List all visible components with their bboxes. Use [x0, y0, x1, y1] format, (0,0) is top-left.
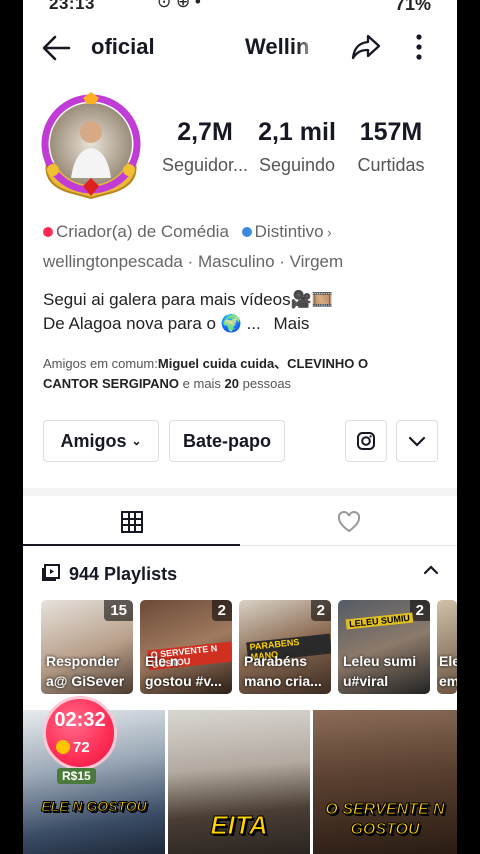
live-coins-value: 72: [73, 739, 90, 756]
active-tab-indicator: [23, 544, 240, 546]
section-divider: [23, 488, 457, 496]
playlist-count: 2: [211, 600, 232, 621]
playlists-row: 15 Responder a@ GiSever 2 O SERVENTE N G…: [41, 600, 457, 694]
status-bar: 23:13 ⊙ ⊕ • 71%: [23, 0, 457, 18]
more-options-icon[interactable]: [409, 30, 429, 64]
chevron-up-icon[interactable]: [423, 564, 439, 576]
mutual-prefix: Amigos em comum:: [43, 356, 158, 371]
profile-details: wellingtonpescada · Masculino · Virgem: [43, 252, 344, 271]
bio-text: De Alagoa nova para o 🌍 ...: [43, 314, 261, 333]
top-bar: oficial Wellin: [23, 26, 457, 68]
avatar-frame-icon: [41, 92, 141, 200]
profile-tabs: [23, 496, 457, 546]
bio-line-1: Segui ai galera para mais vídeos🎥🎞️: [43, 290, 333, 309]
profile-bio: Segui ai galera para mais vídeos🎥🎞️ De A…: [43, 288, 333, 336]
avatar[interactable]: [39, 92, 143, 200]
stat-value: 157M: [359, 118, 423, 146]
back-arrow-icon[interactable]: [39, 30, 75, 66]
playlist-card[interactable]: 15 Responder a@ GiSever: [41, 600, 133, 694]
live-timer: 02:32: [54, 709, 106, 731]
playlist-card[interactable]: 2 LELEU SUMIU Leleu sumi u#viral: [338, 600, 430, 694]
playlist-caption: Responder a@ GiSever: [46, 653, 125, 689]
mutual-suffix: pessoas: [239, 376, 292, 391]
chat-button[interactable]: Bate-papo: [169, 420, 285, 462]
playlist-icon: [42, 564, 60, 581]
battery-level: 71%: [394, 0, 431, 14]
playlist-card[interactable]: 2 PARABENS MANO Parabéns mano cria...: [239, 600, 331, 694]
live-reward-badge[interactable]: 02:32 72: [43, 696, 117, 770]
bio-line-2: De Alagoa nova para o 🌍 ... Mais: [43, 312, 333, 336]
instagram-button[interactable]: [345, 420, 387, 462]
videos-grid-icon[interactable]: [120, 510, 144, 534]
live-coins: 72: [56, 739, 90, 756]
playlists-header[interactable]: 944 Playlists: [23, 552, 457, 592]
suggestions-button[interactable]: [396, 420, 438, 462]
profile-page: 23:13 ⊙ ⊕ • 71% oficial Wellin 2,7M Segu…: [23, 0, 457, 854]
playlist-sticker: LELEU SUMIU: [345, 612, 414, 630]
coin-icon: [56, 740, 70, 754]
mutual-mid: e mais: [179, 376, 225, 391]
stat-following[interactable]: 2,1 mil Seguindo: [257, 118, 337, 176]
stat-value: 2,1 mil: [258, 118, 336, 146]
category-dot-icon: [43, 227, 53, 237]
stat-label: Curtidas: [357, 155, 425, 175]
bio-more-link[interactable]: Mais: [273, 314, 309, 333]
stat-label: Seguidor...: [161, 155, 249, 175]
playlist-caption: Ele n gostou #v...: [145, 653, 222, 689]
playlists-title: 944 Playlists: [69, 564, 178, 584]
stat-likes[interactable]: 157M Curtidas: [349, 118, 433, 176]
stat-value: 2,7M: [177, 118, 233, 146]
profile-handle: oficial: [91, 34, 155, 59]
status-time: 23:13: [49, 0, 95, 13]
playlist-card[interactable]: Ele em: [437, 600, 457, 694]
video-overlay-text: O SERVENTE N GOSTOU: [325, 801, 445, 839]
chat-label: Bate-papo: [182, 430, 271, 451]
friends-button[interactable]: Amigos ⌄: [43, 420, 159, 462]
playlist-caption: Leleu sumi u#viral: [343, 653, 417, 689]
playlist-card[interactable]: 2 O SERVENTE N GOSTOU Ele n gostou #v...: [140, 600, 232, 694]
profile-category-row: Criador(a) de Comédia Distintivo ›: [43, 222, 332, 242]
stat-label: Seguindo: [258, 155, 336, 175]
mutual-count: 20: [224, 376, 240, 391]
playlist-count: 15: [104, 600, 133, 621]
share-icon[interactable]: [349, 30, 383, 64]
badge-icon: [241, 227, 252, 237]
playlist-caption: Parabéns mano cria...: [244, 653, 322, 689]
video-overlay-text: EITA: [210, 810, 268, 841]
profile-name: Wellin: [245, 34, 310, 59]
stat-followers[interactable]: 2,7M Seguidor...: [155, 118, 255, 176]
liked-heart-icon[interactable]: [336, 510, 362, 534]
chevron-down-icon: ⌄: [131, 434, 142, 448]
instagram-icon: [357, 432, 375, 450]
playlist-caption: Ele em: [439, 653, 457, 689]
video-overlay-text: ELE N GOSTOU: [41, 798, 148, 815]
friends-label: Amigos: [60, 430, 127, 451]
mutual-friends[interactable]: Amigos em comum:Miguel cuida cuida、CLEVI…: [43, 354, 423, 394]
category-label[interactable]: Criador(a) de Comédia: [56, 222, 229, 241]
notification-icons: ⊙ ⊕ •: [157, 0, 201, 11]
video-thumbnail[interactable]: O SERVENTE N GOSTOU: [313, 710, 457, 854]
playlist-count: 2: [310, 600, 331, 621]
chevron-down-icon: [408, 436, 426, 447]
badge-label[interactable]: Distintivo: [255, 222, 324, 241]
reward-amount: R$15: [57, 768, 96, 784]
video-thumbnail[interactable]: EITA: [168, 710, 310, 854]
chevron-right-icon: ›: [323, 225, 332, 240]
